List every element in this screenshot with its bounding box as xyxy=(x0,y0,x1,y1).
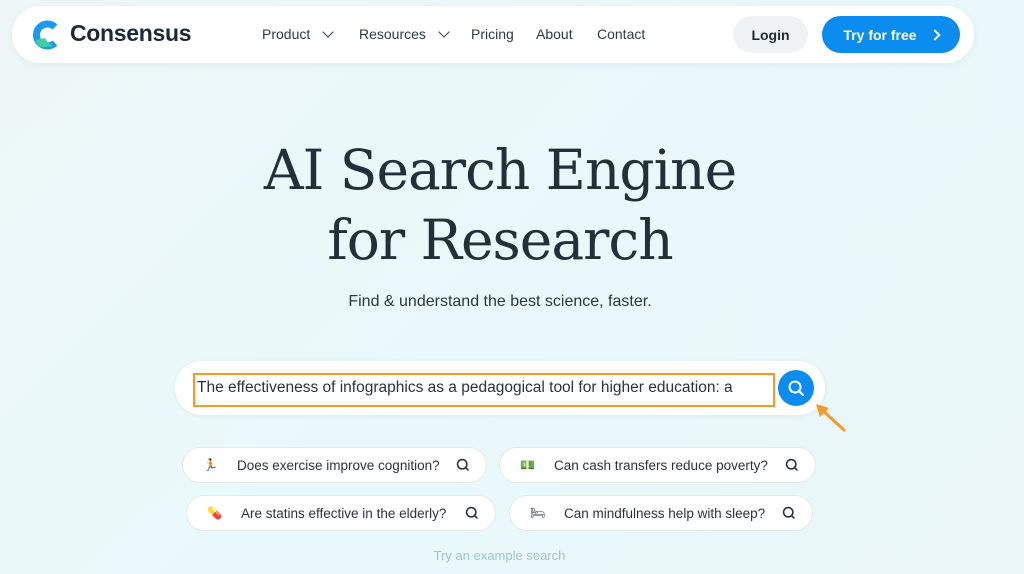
annotation-arrow-icon xyxy=(816,404,846,432)
search-input[interactable]: The effectiveness of infographics as a p… xyxy=(197,379,733,397)
search-icon xyxy=(788,380,804,396)
example-chip[interactable]: 🏃 Does exercise improve cognition? xyxy=(182,447,487,483)
money-icon: 💵 xyxy=(520,458,535,472)
hero-subtitle: Find & understand the best science, fast… xyxy=(348,293,652,310)
nav-contact[interactable]: Contact xyxy=(597,26,645,42)
search-button[interactable] xyxy=(778,370,814,406)
search-icon xyxy=(782,506,795,519)
chevron-down-icon xyxy=(322,26,334,38)
search-icon xyxy=(456,458,469,471)
example-chip[interactable]: 🛏 Can mindfulness help with sleep? xyxy=(509,495,813,531)
try-for-free-button[interactable]: Try for free xyxy=(822,16,960,53)
try-example-search-link[interactable]: Try an example search xyxy=(0,548,999,563)
hero-title-line2: for Research xyxy=(327,208,673,272)
navbar: Consensus Product Resources Pricing Abou… xyxy=(12,6,974,63)
hero-title-line1: AI Search Engine xyxy=(263,138,737,202)
bed-icon: 🛏 xyxy=(530,506,546,520)
example-label: Are statins effective in the elderly? xyxy=(241,505,447,521)
search-icon xyxy=(785,458,798,471)
consensus-logo-icon[interactable] xyxy=(33,20,61,50)
runner-icon: 🏃 xyxy=(203,458,218,472)
nav-product[interactable]: Product xyxy=(262,26,334,42)
nav-pricing[interactable]: Pricing xyxy=(471,26,514,42)
search-icon xyxy=(465,506,478,519)
example-chip[interactable]: 💵 Can cash transfers reduce poverty? xyxy=(499,447,816,483)
chevron-down-icon xyxy=(438,26,450,38)
nav-about[interactable]: About xyxy=(536,26,573,42)
login-button[interactable]: Login xyxy=(733,16,808,53)
pill-icon: 💊 xyxy=(207,506,222,520)
example-chip[interactable]: 💊 Are statins effective in the elderly? xyxy=(186,495,496,531)
nav-product-label: Product xyxy=(262,26,311,42)
brand-name[interactable]: Consensus xyxy=(70,20,192,47)
nav-resources-label: Resources xyxy=(359,26,426,42)
nav-resources[interactable]: Resources xyxy=(359,26,450,42)
example-label: Does exercise improve cognition? xyxy=(237,457,440,473)
example-label: Can mindfulness help with sleep? xyxy=(564,505,766,521)
example-label: Can cash transfers reduce poverty? xyxy=(554,457,768,473)
chevron-right-icon xyxy=(928,28,941,41)
try-for-free-label: Try for free xyxy=(843,26,917,43)
